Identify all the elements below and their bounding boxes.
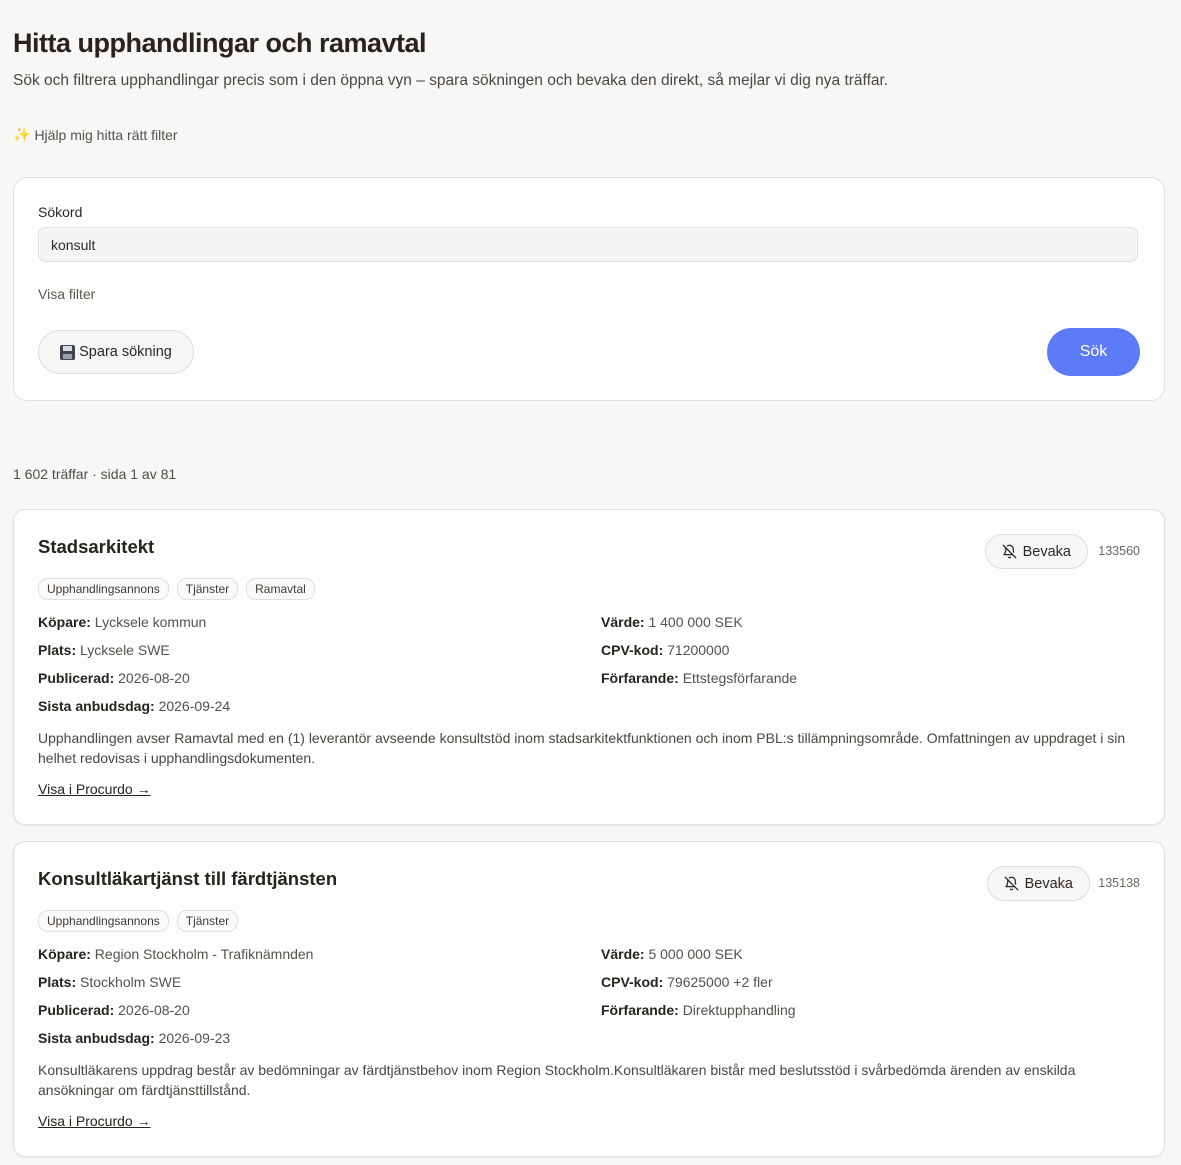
save-search-button[interactable]: Spara sökning: [38, 330, 194, 374]
buyer-field: Köpare: Region Stockholm - Trafiknämnden: [38, 946, 313, 962]
cpv-field: CPV-kod: 79625000 +2 fler: [601, 974, 773, 990]
published-field: Publicerad: 2026-08-20: [38, 670, 190, 686]
bell-off-icon: [1004, 876, 1018, 891]
watch-button[interactable]: Bevaka: [984, 534, 1088, 569]
procedure-value: Ettstegsförfarande: [682, 670, 798, 686]
result-id: 133560: [1098, 544, 1140, 558]
deadline-key: Sista anbudsdag:: [38, 698, 155, 714]
buyer-key: Köpare:: [38, 946, 91, 962]
value-value: 1 400 000 SEK: [648, 614, 743, 630]
results-summary: 1 602 träffar · sida 1 av 81: [13, 466, 177, 482]
result-card: Stadsarkitekt Bevaka 133560 Upphandlings…: [13, 509, 1165, 825]
help-filter-label: Hjälp mig hitta rätt filter: [34, 126, 178, 143]
view-in-procurdo-link[interactable]: Visa i Procurdo →: [38, 1113, 151, 1129]
published-value: 2026-08-20: [118, 1002, 190, 1018]
procedure-key: Förfarande:: [601, 670, 679, 686]
result-card: Konsultläkartjänst till färdtjänsten Bev…: [13, 841, 1165, 1157]
show-filters-link[interactable]: Visa filter: [38, 286, 95, 302]
sparkle-icon: ✨: [13, 126, 31, 142]
value-key: Värde:: [601, 614, 645, 630]
cpv-key: CPV-kod:: [601, 642, 664, 658]
buyer-value: Lycksele kommun: [94, 614, 207, 630]
published-key: Publicerad:: [38, 670, 115, 686]
tag: Tjänster: [176, 910, 239, 932]
deadline-key: Sista anbudsdag:: [38, 1030, 155, 1046]
search-input[interactable]: [38, 227, 1138, 262]
cpv-field: CPV-kod: 71200000: [601, 642, 729, 658]
value-key: Värde:: [601, 946, 645, 962]
result-tags: Upphandlingsannons Tjänster: [38, 910, 239, 932]
page-title: Hitta upphandlingar och ramavtal: [13, 28, 427, 58]
place-field: Plats: Stockholm SWE: [38, 974, 181, 990]
value-value: 5 000 000 SEK: [648, 946, 743, 962]
place-key: Plats:: [38, 642, 77, 658]
result-title[interactable]: Konsultläkartjänst till färdtjänsten: [38, 868, 337, 890]
watch-label: Bevaka: [1022, 543, 1071, 560]
procedure-field: Förfarande: Ettstegsförfarande: [601, 670, 797, 686]
bell-off-icon: [1002, 544, 1016, 559]
tag: Upphandlingsannons: [38, 910, 169, 932]
place-value: Lycksele SWE: [80, 642, 170, 658]
save-search-label: Spara sökning: [79, 344, 172, 360]
deadline-value: 2026-09-23: [158, 1030, 231, 1046]
cpv-key: CPV-kod:: [601, 974, 664, 990]
place-field: Plats: Lycksele SWE: [38, 642, 170, 658]
published-value: 2026-08-20: [118, 670, 190, 686]
search-label: Sökord: [38, 204, 83, 220]
procedure-value: Direktupphandling: [682, 1002, 796, 1018]
tag: Tjänster: [176, 578, 239, 600]
place-key: Plats:: [38, 974, 77, 990]
deadline-field: Sista anbudsdag: 2026-09-23: [38, 1030, 230, 1046]
value-field: Värde: 5 000 000 SEK: [601, 946, 743, 962]
place-value: Stockholm SWE: [80, 974, 182, 990]
deadline-field: Sista anbudsdag: 2026-09-24: [38, 698, 230, 714]
published-field: Publicerad: 2026-08-20: [38, 1002, 190, 1018]
cpv-value: 71200000: [667, 642, 730, 658]
watch-button[interactable]: Bevaka: [986, 866, 1090, 901]
value-field: Värde: 1 400 000 SEK: [601, 614, 743, 630]
buyer-field: Köpare: Lycksele kommun: [38, 614, 206, 630]
cpv-value: 79625000 +2 fler: [667, 974, 773, 990]
search-panel: Sökord Visa filter Spara sökning Sök: [13, 177, 1165, 401]
deadline-value: 2026-09-24: [158, 698, 231, 714]
buyer-key: Köpare:: [38, 614, 91, 630]
result-tags: Upphandlingsannons Tjänster Ramavtal: [38, 578, 315, 600]
result-description: Konsultläkarens uppdrag består av bedömn…: [38, 1062, 1076, 1098]
result-description: Upphandlingen avser Ramavtal med en (1) …: [38, 730, 1126, 766]
procedure-field: Förfarande: Direktupphandling: [601, 1002, 796, 1018]
page-subtitle: Sök och filtrera upphandlingar precis so…: [13, 72, 889, 89]
floppy-disk-icon: [60, 344, 76, 360]
tag: Ramavtal: [246, 578, 315, 600]
watch-label: Bevaka: [1024, 875, 1073, 892]
view-in-procurdo-link[interactable]: Visa i Procurdo →: [38, 781, 151, 797]
tag: Upphandlingsannons: [38, 578, 169, 600]
published-key: Publicerad:: [38, 1002, 115, 1018]
help-filter-link[interactable]: ✨ Hjälp mig hitta rätt filter: [13, 126, 178, 143]
buyer-value: Region Stockholm - Trafiknämnden: [94, 946, 314, 962]
search-submit-button[interactable]: Sök: [1047, 328, 1140, 376]
procedure-key: Förfarande:: [601, 1002, 679, 1018]
result-title[interactable]: Stadsarkitekt: [38, 536, 154, 558]
result-id: 135138: [1098, 876, 1140, 890]
